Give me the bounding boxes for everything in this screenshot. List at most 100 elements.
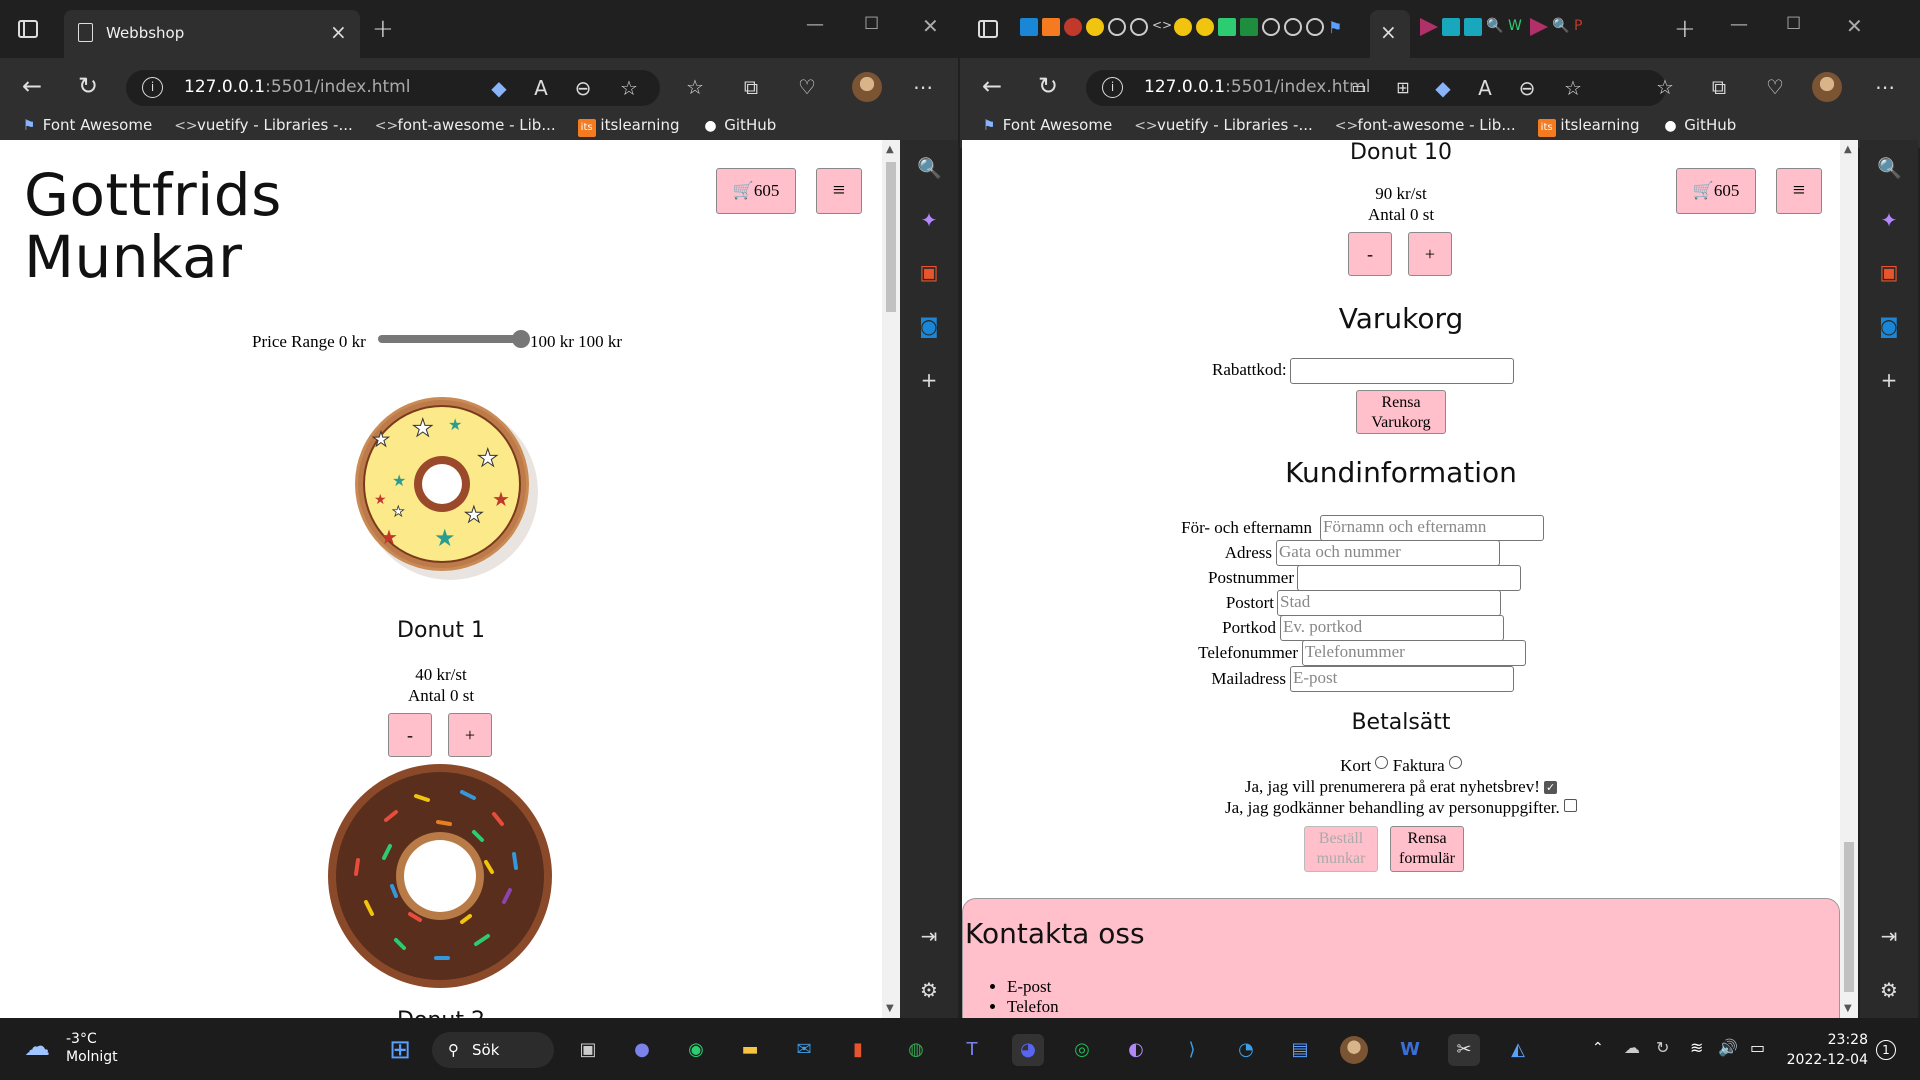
notification-badge[interactable]: 1 <box>1876 1040 1896 1060</box>
increase-button[interactable]: + <box>448 713 492 757</box>
tab-favicon[interactable] <box>1042 18 1060 36</box>
bookmark-itslearning[interactable]: its itslearning <box>1537 116 1639 137</box>
tab-actions-icon[interactable] <box>18 20 38 38</box>
tab-favicon[interactable] <box>1284 18 1302 36</box>
settings-icon[interactable]: ⚙ <box>1877 978 1901 1002</box>
add-icon[interactable]: + <box>917 368 941 392</box>
bookmark-vuetify[interactable]: <> vuetify - Libraries -... <box>1134 116 1313 136</box>
scroll-down-icon[interactable]: ▼ <box>886 1003 894 1014</box>
clear-cart-button[interactable]: Rensa Varukorg <box>1356 390 1446 434</box>
clock[interactable]: 23:28 2022-12-04 <box>1778 1030 1868 1070</box>
minimize-icon[interactable]: — <box>1730 14 1748 35</box>
bookmark-vuetify[interactable]: <> vuetify - Libraries -... <box>174 116 353 136</box>
collections-icon[interactable]: ⧉ <box>1708 76 1730 98</box>
tab-favicon[interactable] <box>1420 18 1438 36</box>
tab-favicon[interactable] <box>1442 18 1460 36</box>
outlook-icon[interactable]: ◙ <box>1877 314 1901 338</box>
bookmark-font-awesome-lib[interactable]: <> font-awesome - Lib... <box>1335 116 1516 136</box>
tab-favicon[interactable]: 🔍 <box>1486 18 1504 36</box>
name-field[interactable]: Förnamn och efternamn <box>1320 515 1544 541</box>
maximize-icon[interactable]: ☐ <box>1786 14 1801 34</box>
snipping-tool-icon[interactable]: ✂ <box>1448 1034 1480 1066</box>
extension-tag-icon[interactable]: ◆ <box>1432 77 1454 99</box>
bookmark-github[interactable]: ● GitHub <box>1661 116 1736 136</box>
scrollbar[interactable]: ▲ ▼ <box>882 140 900 1018</box>
more-menu-icon[interactable]: ⋯ <box>1874 76 1896 98</box>
address-bar[interactable]: i 127.0.0.1:5501/index.html ▭ ⊞ ◆ A ⊖ ☆ <box>1086 70 1666 106</box>
sidebar-hide-icon[interactable]: ⇥ <box>917 924 941 948</box>
slider-handle[interactable] <box>512 330 530 348</box>
refresh-icon[interactable]: ↻ <box>1038 72 1058 100</box>
increase-button[interactable]: + <box>1408 232 1452 276</box>
bookmark-github[interactable]: ● GitHub <box>701 116 776 136</box>
scroll-up-icon[interactable]: ▲ <box>1844 144 1852 155</box>
invoice-radio[interactable] <box>1448 756 1462 769</box>
card-radio[interactable] <box>1375 756 1389 769</box>
tab-favicon[interactable]: W <box>1508 18 1526 36</box>
bookmark-font-awesome[interactable]: ⚑ Font Awesome <box>20 116 152 136</box>
tab-webbshop[interactable]: Webbshop × <box>64 10 360 58</box>
file-explorer-icon[interactable]: ▬ <box>734 1034 766 1066</box>
volume-icon[interactable]: 🔊 <box>1718 1038 1738 1057</box>
chat-icon[interactable]: ● <box>626 1034 658 1066</box>
tab-favicon[interactable] <box>1130 18 1148 36</box>
postcode-field[interactable] <box>1297 565 1521 591</box>
vscode-icon[interactable]: ⟩ <box>1176 1034 1208 1066</box>
site-info-icon[interactable]: i <box>1102 77 1123 98</box>
tab-favicon[interactable] <box>1464 18 1482 36</box>
collections-icon[interactable]: ⧉ <box>740 76 762 98</box>
spotify-icon[interactable]: ◎ <box>1066 1034 1098 1066</box>
doorcode-field[interactable]: Ev. portkod <box>1280 615 1504 641</box>
apps-icon[interactable]: ⊞ <box>1392 77 1414 99</box>
health-icon[interactable]: ♡ <box>796 76 818 98</box>
paint-icon[interactable]: ◭ <box>1502 1034 1534 1066</box>
favorites-icon[interactable]: ☆ <box>1654 76 1676 98</box>
tab-favicon[interactable] <box>1262 18 1280 36</box>
read-aloud-icon[interactable]: A <box>530 77 552 99</box>
battery-icon[interactable]: ▭ <box>1750 1038 1765 1057</box>
contact-item-phone[interactable]: Telefon <box>1007 997 1059 1017</box>
close-tab-icon[interactable]: × <box>1380 20 1397 44</box>
tab-favicon[interactable] <box>1306 18 1324 36</box>
outlook-icon[interactable]: ◙ <box>917 314 941 338</box>
teams-icon[interactable]: T <box>956 1034 988 1066</box>
tab-favicon[interactable] <box>1196 18 1214 36</box>
cast-icon[interactable]: ▭ <box>1348 77 1370 99</box>
new-tab-icon[interactable]: + <box>1674 14 1696 44</box>
scroll-thumb[interactable] <box>1844 842 1854 992</box>
tab-favicon[interactable] <box>1174 18 1192 36</box>
search-icon[interactable]: 🔍 <box>917 156 942 180</box>
refresh-icon[interactable]: ↻ <box>78 72 98 100</box>
zoom-icon[interactable]: ⊖ <box>572 77 594 99</box>
bookmark-itslearning[interactable]: its itslearning <box>577 116 679 137</box>
tab-favicon[interactable] <box>1108 18 1126 36</box>
tab-favicon[interactable] <box>1020 18 1038 36</box>
tab-favicon[interactable]: P <box>1574 18 1592 36</box>
copilot-icon[interactable]: ✦ <box>1877 208 1901 232</box>
contact-item-email[interactable]: E-post <box>1007 977 1059 997</box>
close-tab-icon[interactable]: × <box>330 20 347 44</box>
sync-icon[interactable]: ↻ <box>1656 1038 1669 1057</box>
wifi-icon[interactable]: ≋ <box>1690 1038 1703 1057</box>
menu-button[interactable]: ≡ <box>816 168 862 214</box>
decrease-button[interactable]: - <box>1348 232 1392 276</box>
tab-favicon[interactable]: 🔍 <box>1552 18 1570 36</box>
discord-icon[interactable]: ◕ <box>1012 1034 1044 1066</box>
word-icon[interactable]: W <box>1394 1034 1426 1066</box>
edge-icon[interactable]: ◉ <box>680 1034 712 1066</box>
tab-favicon[interactable] <box>1064 18 1082 36</box>
email-field[interactable]: E-post <box>1290 666 1514 692</box>
settings-icon[interactable]: ⚙ <box>917 978 941 1002</box>
address-bar[interactable]: i 127.0.0.1:5501/index.html ◆ A ⊖ ☆ <box>126 70 660 106</box>
price-range-slider[interactable] <box>378 330 530 348</box>
start-icon[interactable]: ⊞ <box>384 1034 416 1066</box>
weather-widget[interactable]: -3°C Molnigt <box>66 1030 118 1066</box>
newsletter-checkbox[interactable]: ✓ <box>1544 781 1558 794</box>
chrome-icon[interactable]: ◍ <box>900 1034 932 1066</box>
bookmark-font-awesome[interactable]: ⚑ Font Awesome <box>980 116 1112 136</box>
tab-favicon[interactable]: <> <box>1152 18 1172 36</box>
tab-favicon[interactable] <box>1240 18 1258 36</box>
tab-favicon[interactable] <box>1086 18 1104 36</box>
minimize-icon[interactable]: — <box>806 14 824 35</box>
read-aloud-icon[interactable]: A <box>1474 77 1496 99</box>
